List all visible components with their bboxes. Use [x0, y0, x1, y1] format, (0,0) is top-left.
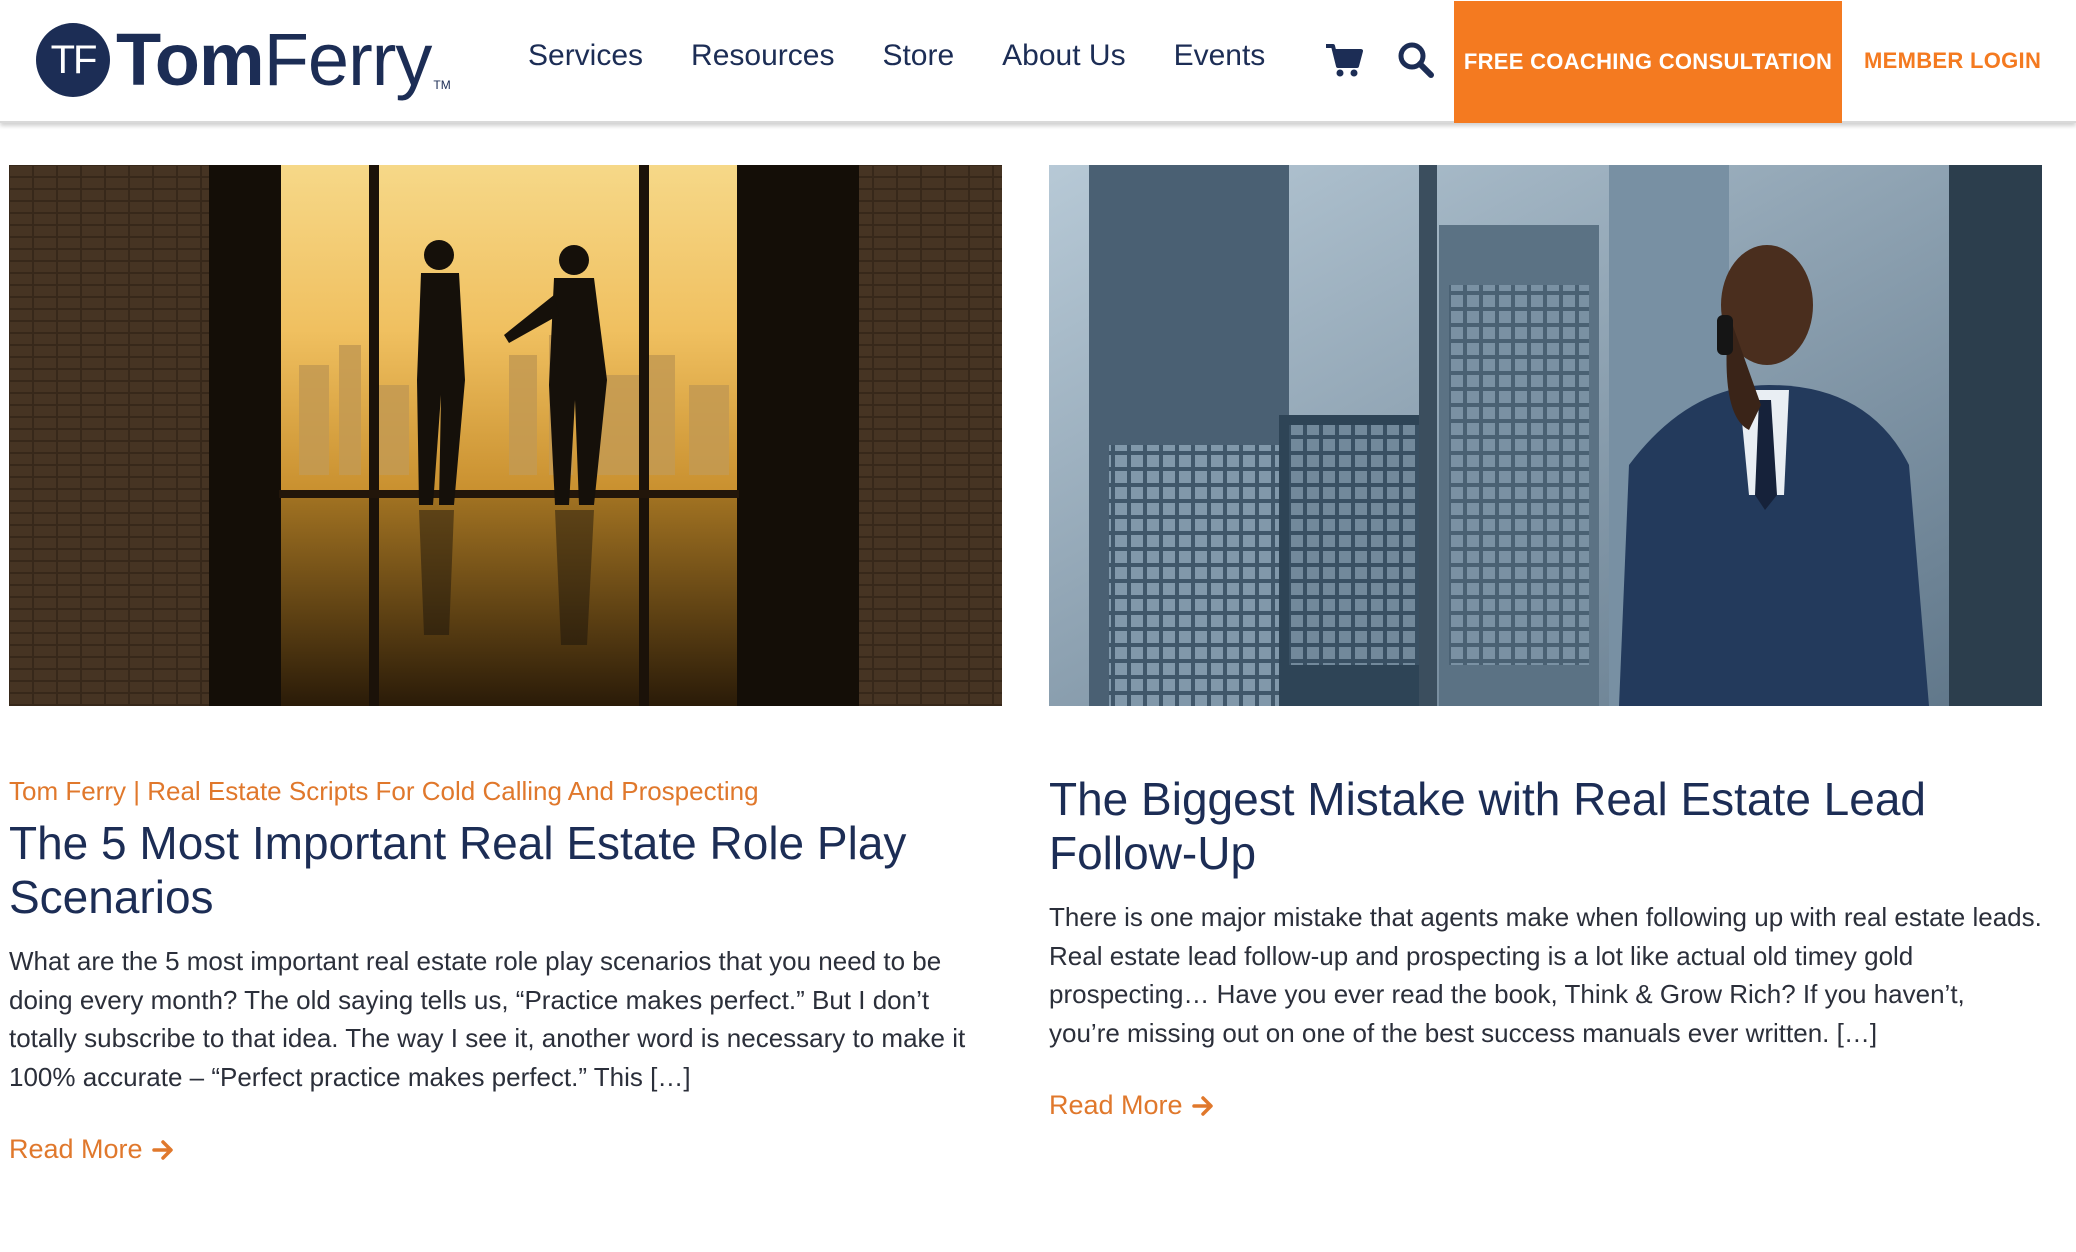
logo-name-second: Ferry — [263, 18, 433, 101]
logo-wordmark: TomFerry — [116, 23, 432, 97]
arrow-right-icon — [151, 1139, 173, 1160]
tom-ferry-logo[interactable]: TF TomFerry TM — [36, 20, 451, 100]
nav-services[interactable]: Services — [528, 34, 643, 78]
meta-separator: | — [133, 776, 140, 806]
post-author-link[interactable]: Tom Ferry — [9, 776, 126, 806]
read-more-link[interactable]: Read More — [1049, 1090, 1215, 1121]
read-more-label: Read More — [9, 1134, 143, 1164]
arrow-right-icon — [1191, 1095, 1213, 1116]
read-more-link[interactable]: Read More — [9, 1134, 175, 1165]
main-nav: Services Resources Store About Us Events — [528, 34, 1313, 78]
logo-name-first: Tom — [116, 18, 265, 101]
nav-about-us[interactable]: About Us — [1002, 34, 1125, 78]
post-image-businessman-phone[interactable] — [1049, 165, 2042, 706]
nav-events[interactable]: Events — [1174, 34, 1266, 78]
post-card: Tom Ferry | Real Estate Scripts For Cold… — [9, 165, 1002, 1165]
post-category-link[interactable]: Real Estate Scripts For Cold Calling And… — [147, 776, 758, 806]
nav-resources[interactable]: Resources — [691, 34, 834, 78]
post-card: The Biggest Mistake with Real Estate Lea… — [1049, 165, 2042, 1121]
post-meta: Tom Ferry | Real Estate Scripts For Cold… — [9, 774, 1002, 808]
shopping-cart-icon[interactable] — [1324, 40, 1364, 80]
read-more-label: Read More — [1049, 1090, 1183, 1120]
site-header: TF TomFerry TM Services Resources Store … — [0, 0, 2076, 123]
logo-trademark: TM — [433, 78, 451, 92]
post-image-businessmen-silhouette[interactable] — [9, 165, 1002, 706]
nav-store[interactable]: Store — [882, 34, 954, 78]
search-icon[interactable] — [1396, 40, 1436, 80]
post-title[interactable]: The Biggest Mistake with Real Estate Lea… — [1049, 772, 2042, 880]
member-login-link[interactable]: MEMBER LOGIN — [1864, 48, 2041, 74]
logo-monogram: TF — [36, 23, 110, 97]
free-coaching-consultation-button[interactable]: FREE COACHING CONSULTATION — [1454, 1, 1842, 123]
post-title[interactable]: The 5 Most Important Real Estate Role Pl… — [9, 816, 1002, 924]
post-excerpt: There is one major mistake that agents m… — [1049, 902, 2042, 1048]
post-excerpt: What are the 5 most important real estat… — [9, 946, 966, 1092]
